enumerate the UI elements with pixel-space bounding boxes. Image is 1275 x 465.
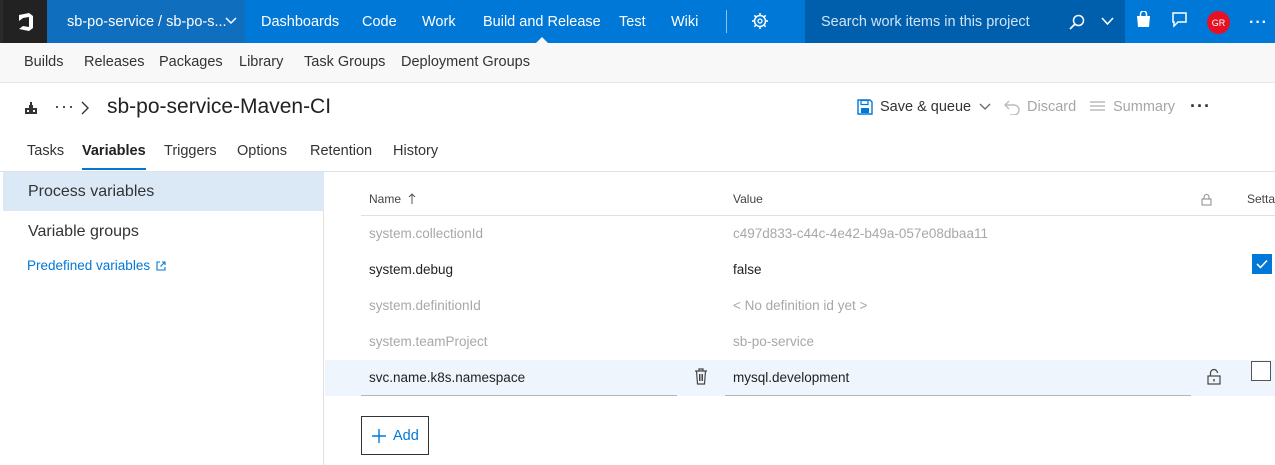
- settable-checkbox[interactable]: [1251, 361, 1271, 381]
- lock-icon: [1201, 194, 1212, 206]
- variable-groups-item[interactable]: Variable groups: [3, 212, 324, 251]
- variable-value: < No definition id yet >: [733, 298, 868, 313]
- subnav-deployment-groups[interactable]: Deployment Groups: [401, 54, 530, 70]
- variable-value: sb-po-service: [733, 334, 815, 349]
- variable-name: system.debug: [369, 262, 454, 277]
- save-and-queue-button[interactable]: Save & queue: [857, 99, 998, 115]
- discard-button[interactable]: Discard: [1004, 99, 1076, 115]
- chevron-down-icon: [225, 17, 237, 25]
- variable-name-input[interactable]: svc.name.k8s.namespace: [369, 370, 525, 385]
- more-options-icon[interactable]: ···: [1249, 14, 1268, 32]
- tab-history[interactable]: History: [393, 143, 438, 159]
- hub-code[interactable]: Code: [350, 0, 409, 43]
- sort-ascending-icon: [408, 193, 416, 204]
- hub-work[interactable]: Work: [410, 0, 468, 43]
- name-input-underline: [361, 395, 677, 396]
- subnav-task-groups[interactable]: Task Groups: [304, 54, 385, 70]
- tab-tasks[interactable]: Tasks: [27, 143, 64, 159]
- search-icon[interactable]: [1069, 14, 1085, 30]
- summary-label: Summary: [1113, 99, 1176, 115]
- subnav-builds[interactable]: Builds: [24, 54, 64, 70]
- save-icon: [857, 99, 873, 115]
- hub-test[interactable]: Test: [607, 0, 658, 43]
- add-label: Add: [393, 427, 419, 444]
- checkmark-icon: [1256, 259, 1268, 269]
- list-icon: [1090, 101, 1105, 111]
- more-actions-icon[interactable]: ···: [1190, 96, 1211, 117]
- variable-name: system.definitionId: [369, 298, 481, 313]
- chevron-right-icon: [81, 101, 89, 115]
- gear-icon[interactable]: [751, 12, 769, 30]
- add-variable-button[interactable]: Add: [361, 416, 429, 455]
- avatar[interactable]: GR: [1207, 11, 1230, 34]
- nav-divider: [726, 10, 727, 33]
- discard-label: Discard: [1027, 99, 1077, 115]
- subnav-packages[interactable]: Packages: [159, 54, 223, 70]
- variable-name: system.teamProject: [369, 334, 488, 349]
- variable-value[interactable]: false: [733, 262, 762, 277]
- subnav-releases[interactable]: Releases: [84, 54, 144, 70]
- hub-dashboards[interactable]: Dashboards: [249, 0, 351, 43]
- variable-value-input[interactable]: mysql.development: [733, 370, 849, 385]
- predefined-variables-label: Predefined variables: [27, 258, 151, 273]
- process-variables-item[interactable]: Process variables: [3, 172, 324, 211]
- settable-checkbox[interactable]: [1252, 254, 1272, 274]
- hub-wiki[interactable]: Wiki: [659, 0, 710, 43]
- column-header-value[interactable]: Value: [733, 192, 763, 206]
- variable-value: c497d833-c44c-4e42-b49a-057e08dbaa11: [733, 226, 988, 241]
- project-selector[interactable]: sb-po-service / sb-po-s...: [47, 0, 245, 43]
- hub-build-and-release[interactable]: Build and Release: [471, 0, 613, 43]
- table-row: svc.name.k8s.namespace mysql.development: [325, 360, 1275, 396]
- chevron-down-icon[interactable]: [979, 102, 991, 112]
- tab-options[interactable]: Options: [237, 143, 287, 159]
- trash-icon[interactable]: [694, 368, 708, 385]
- sub-navigation: Builds Releases Packages Library Task Gr…: [0, 43, 1275, 83]
- predefined-variables-link[interactable]: Predefined variables: [27, 258, 166, 273]
- undo-icon: [1004, 100, 1020, 115]
- value-input-underline: [725, 395, 1191, 396]
- breadcrumb-ellipsis[interactable]: ···: [54, 96, 75, 117]
- save-and-queue-label: Save & queue: [880, 99, 972, 115]
- lock-icon[interactable]: [1207, 368, 1221, 385]
- shopping-bag-icon[interactable]: [1136, 11, 1151, 28]
- summary-button[interactable]: Summary: [1089, 99, 1175, 115]
- tab-retention[interactable]: Retention: [310, 143, 372, 159]
- tab-triggers[interactable]: Triggers: [164, 143, 217, 159]
- page-title: sb-po-service-Maven-CI: [107, 95, 332, 118]
- build-definition-icon: [25, 102, 37, 114]
- table-row: system.debug false: [325, 252, 1275, 288]
- vsts-logo-icon[interactable]: [3, 0, 47, 43]
- table-row: system.collectionId c497d833-c44c-4e42-b…: [325, 216, 1275, 252]
- top-navigation-bar: sb-po-service / sb-po-s... Dashboards Co…: [0, 0, 1275, 43]
- subnav-library[interactable]: Library: [239, 54, 283, 70]
- table-row: system.teamProject sb-po-service: [325, 324, 1275, 360]
- external-link-icon: [156, 260, 166, 271]
- column-header-name[interactable]: Name: [369, 192, 416, 206]
- column-header-settable[interactable]: Setta: [1247, 192, 1275, 206]
- plus-icon: [372, 428, 386, 443]
- project-name: sb-po-service / sb-po-s...: [67, 13, 227, 30]
- chevron-down-icon[interactable]: [1101, 16, 1114, 26]
- variables-left-panel: Process variables Variable groups Predef…: [3, 172, 324, 465]
- feedback-icon[interactable]: [1171, 11, 1188, 28]
- tab-variables[interactable]: Variables: [82, 143, 146, 170]
- column-name-label: Name: [369, 192, 402, 206]
- variable-name: system.collectionId: [369, 226, 484, 241]
- table-row: system.definitionId < No definition id y…: [325, 288, 1275, 324]
